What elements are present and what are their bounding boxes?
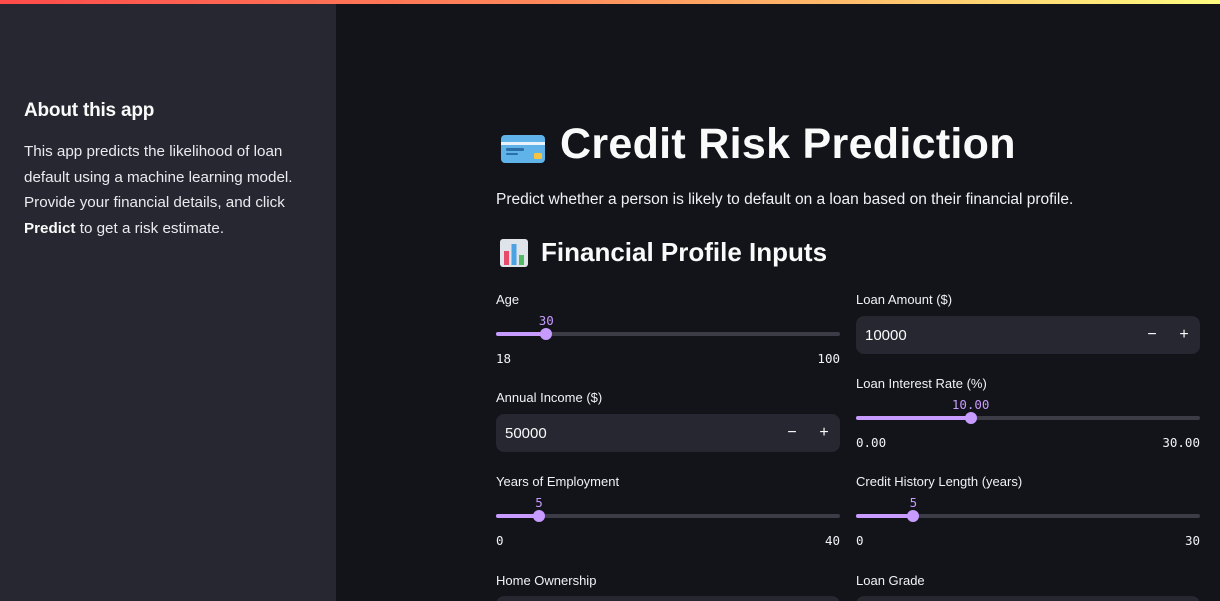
sidebar-heading: About this app <box>24 100 155 121</box>
home-ownership-label: Home Ownership <box>496 573 597 588</box>
loan-grade-select[interactable] <box>856 596 1200 601</box>
loan-amount-input: − + <box>856 316 1200 354</box>
sidebar: About this app This app predicts the lik… <box>0 0 336 601</box>
loan-amount-field[interactable] <box>856 326 1136 344</box>
annual-income-input: − + <box>496 414 840 452</box>
annual-income-increment-button[interactable]: + <box>808 414 840 452</box>
interest-rate-label: Loan Interest Rate (%) <box>856 376 987 391</box>
interest-rate-value: 10.00 <box>951 397 990 412</box>
slider-thumb[interactable] <box>907 510 920 522</box>
slider-fill <box>856 416 971 420</box>
sidebar-text-part: to get a risk estimate. <box>75 219 225 237</box>
credit-history-value: 5 <box>909 495 918 510</box>
credit-history-label: Credit History Length (years) <box>856 474 1023 489</box>
slider-min: 18 <box>496 351 512 366</box>
loan-amount-decrement-button[interactable]: − <box>1136 316 1168 354</box>
years-employment-label: Years of Employment <box>496 474 620 489</box>
slider-range: 0.00 30.00 <box>856 435 1200 450</box>
credit-card-icon <box>501 134 545 163</box>
slider-max: 30.00 <box>1162 435 1200 450</box>
main-content: Credit Risk Prediction Predict whether a… <box>336 0 1220 601</box>
years-employment-slider[interactable]: 5 0 40 <box>496 495 840 551</box>
slider-thumb[interactable] <box>533 510 545 522</box>
slider-min: 0 <box>496 533 504 548</box>
section-heading-row: Financial Profile Inputs <box>499 237 827 268</box>
slider-fill <box>856 514 914 518</box>
page-description: Predict whether a person is likely to de… <box>496 191 1074 208</box>
sidebar-text-bold: Predict <box>24 219 76 237</box>
slider-thumb[interactable] <box>540 328 553 340</box>
page-title-row: Credit Risk Prediction <box>500 120 1016 169</box>
header-decoration-bar <box>0 0 1220 4</box>
annual-income-label: Annual Income ($) <box>496 390 603 405</box>
slider-range: 0 40 <box>496 533 840 548</box>
home-ownership-select[interactable] <box>496 596 840 601</box>
slider-max: 30 <box>1184 533 1200 548</box>
bar-chart-icon <box>500 238 528 267</box>
slider-min: 0.00 <box>856 435 887 450</box>
sidebar-text-part: This app predicts the likelihood of loan… <box>24 143 293 211</box>
slider-max: 40 <box>824 533 840 548</box>
slider-range: 0 30 <box>856 533 1200 548</box>
section-heading: Financial Profile Inputs <box>541 237 828 267</box>
interest-rate-slider[interactable]: 10.00 0.00 30.00 <box>856 397 1200 453</box>
slider-thumb[interactable] <box>964 412 977 424</box>
loan-amount-label: Loan Amount ($) <box>856 292 953 307</box>
slider-min: 0 <box>856 533 864 548</box>
slider-fill <box>496 332 547 336</box>
age-value: 30 <box>538 313 554 328</box>
page-title: Credit Risk Prediction <box>560 120 1016 168</box>
years-employment-value: 5 <box>535 495 543 510</box>
sidebar-description: This app predicts the likelihood of loan… <box>24 139 314 241</box>
annual-income-field[interactable] <box>496 424 776 442</box>
loan-grade-label: Loan Grade <box>856 573 925 588</box>
slider-max: 100 <box>817 351 840 366</box>
slider-track[interactable] <box>496 514 840 518</box>
loan-amount-increment-button[interactable]: + <box>1168 316 1200 354</box>
slider-range: 18 100 <box>496 351 840 366</box>
annual-income-decrement-button[interactable]: − <box>776 414 808 452</box>
age-slider[interactable]: 30 18 100 <box>496 313 840 369</box>
age-label: Age <box>496 292 520 307</box>
credit-history-slider[interactable]: 5 0 30 <box>856 495 1200 551</box>
